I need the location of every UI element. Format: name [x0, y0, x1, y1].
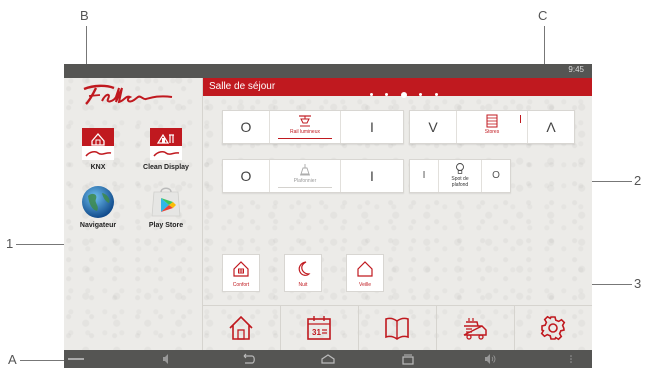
status-clock: 9:45 — [568, 65, 584, 74]
callout-c: C — [538, 8, 548, 23]
play-store-icon — [148, 184, 184, 220]
inactive-underline — [278, 187, 332, 188]
navbar-handle — [68, 358, 84, 360]
app-navigateur[interactable]: Navigateur — [68, 184, 128, 229]
spot-de-plafond-button[interactable]: Spot de plafond — [439, 160, 481, 192]
rail-on-button[interactable]: I — [341, 111, 403, 143]
plafonnier-label: Plafonnier — [293, 178, 317, 184]
tab-book[interactable] — [359, 306, 437, 351]
globe-icon — [80, 184, 116, 220]
tab-home[interactable] — [203, 306, 281, 351]
calendar-icon: 31 — [307, 316, 331, 340]
page-dot[interactable] — [370, 93, 373, 97]
volume-down-icon[interactable] — [162, 353, 172, 365]
app-knx[interactable]: KNX — [68, 126, 128, 171]
status-bar: 9:45 — [64, 64, 592, 78]
app-play-store[interactable]: Play Store — [136, 184, 196, 229]
app-launcher-panel: KNX Clean Display Navigateur Play Store — [64, 78, 203, 350]
tablet-screen: 9:45 KNX Clean Display Navigateur Play S… — [64, 64, 592, 368]
home-nav-icon[interactable] — [320, 353, 336, 365]
tab-vehicle[interactable] — [437, 306, 515, 351]
stores-control: V Stores Λ — [409, 110, 575, 144]
app-clean-display[interactable]: Clean Display — [136, 126, 196, 171]
tab-calendar[interactable]: 31 — [281, 306, 359, 351]
spot-on-glyph: I — [422, 170, 426, 181]
vehicle-icon — [463, 318, 487, 340]
bottom-tab-bar: 31 — [203, 305, 592, 351]
tab-settings[interactable] — [515, 306, 592, 351]
spot-plafond-control: I Spot de plafond O — [409, 159, 511, 193]
calendar-day: 31 — [312, 328, 321, 337]
page-dot[interactable] — [434, 93, 438, 97]
stores-button[interactable]: Stores — [457, 111, 527, 143]
callout-1: 1 — [6, 236, 14, 251]
callout-3: 3 — [634, 276, 642, 291]
scene-nuit-button[interactable]: Nuit — [284, 254, 322, 292]
feller-logo — [80, 83, 180, 112]
plafonnier-control: O Plafonnier I — [222, 159, 404, 193]
page-dot[interactable] — [419, 93, 423, 97]
page-dot[interactable] — [385, 93, 389, 97]
blinds-icon — [486, 114, 498, 128]
plafonnier-off-button[interactable]: O — [223, 160, 269, 192]
clean-display-icon — [148, 126, 184, 162]
gear-icon — [540, 315, 566, 341]
app-label: KNX — [90, 164, 106, 171]
app-label: Clean Display — [143, 164, 189, 171]
scene-label: Veille — [359, 282, 371, 288]
callout-b: B — [80, 8, 89, 23]
app-label: Navigateur — [79, 222, 117, 229]
stores-label: Stores — [484, 129, 500, 135]
plafonnier-on-button[interactable]: I — [341, 160, 403, 192]
rail-lumineux-label: Rail lumineux — [289, 129, 320, 135]
stores-up-button[interactable]: Λ — [528, 111, 574, 143]
stores-down-button[interactable]: V — [410, 111, 456, 143]
bulb-icon — [456, 163, 464, 174]
page-indicator[interactable] — [366, 86, 442, 98]
system-navigation-bar — [64, 350, 592, 368]
recent-apps-icon[interactable] — [400, 353, 416, 365]
callout-a: A — [8, 352, 17, 367]
room-title: Salle de séjour — [209, 81, 276, 92]
app-label: Play Store — [148, 222, 184, 229]
rail-off-button[interactable]: O — [223, 111, 269, 143]
track-light-icon — [299, 115, 311, 127]
book-icon — [385, 317, 409, 340]
back-icon[interactable] — [240, 353, 256, 365]
house-outline-icon — [357, 261, 373, 277]
page-dot-active[interactable] — [400, 91, 407, 98]
ceiling-lamp-icon — [300, 164, 310, 176]
scene-veille-button[interactable]: Veille — [346, 254, 384, 292]
spot-on-button[interactable]: I — [410, 160, 438, 192]
stores-level-bar — [519, 115, 521, 123]
rail-lumineux-control: O Rail lumineux I — [222, 110, 404, 144]
scene-label: Nuit — [298, 282, 308, 288]
spot-off-button[interactable]: O — [482, 160, 510, 192]
knx-house-icon — [80, 126, 116, 162]
rail-lumineux-button[interactable]: Rail lumineux — [270, 111, 340, 143]
moon-icon — [298, 261, 311, 276]
menu-dots-icon[interactable] — [568, 353, 574, 365]
scene-label: Confort — [232, 282, 250, 288]
room-header: Salle de séjour — [203, 78, 592, 98]
volume-up-icon[interactable] — [484, 353, 496, 365]
spot-label-line2: plafond — [451, 182, 469, 188]
house-icon — [233, 261, 249, 277]
home-icon — [229, 315, 253, 340]
callout-2: 2 — [634, 173, 642, 188]
plafonnier-button[interactable]: Plafonnier — [270, 160, 340, 192]
callout-b-line — [86, 26, 87, 64]
spot-off-glyph: O — [492, 170, 500, 181]
scene-confort-button[interactable]: Confort — [222, 254, 260, 292]
active-underline — [278, 137, 332, 139]
